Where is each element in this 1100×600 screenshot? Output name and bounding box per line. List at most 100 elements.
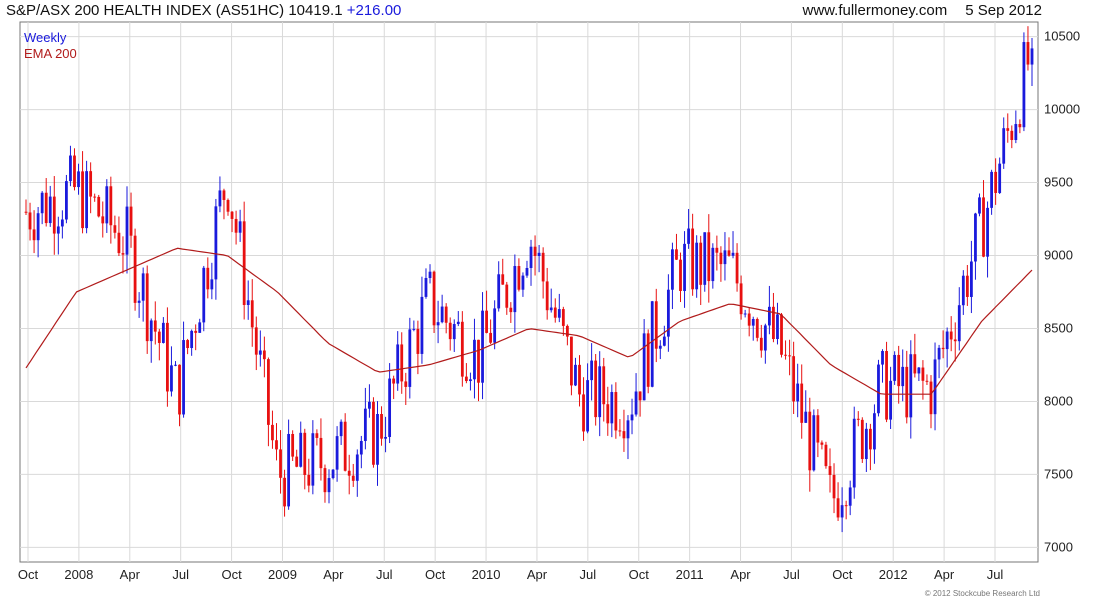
candle-body [473, 339, 476, 380]
candle-body [69, 155, 72, 182]
candle-body [557, 309, 561, 318]
candle-body [456, 321, 460, 325]
candle-body [105, 186, 109, 224]
candle-body [190, 330, 194, 349]
candle-body [444, 306, 448, 323]
candle-body [622, 431, 626, 439]
candle-body [392, 378, 396, 384]
candle-body [214, 206, 218, 280]
y-tick-label: 7000 [1044, 539, 1073, 554]
candle-body [610, 392, 614, 424]
candle-body [93, 196, 97, 198]
candle-body [97, 196, 101, 217]
x-tick-label: Oct [832, 567, 853, 582]
candle-body [501, 274, 505, 285]
candle-body [323, 468, 327, 493]
candle-body [994, 171, 998, 193]
candle-body [48, 196, 52, 224]
candle-body [101, 216, 105, 224]
candle-body [1026, 42, 1030, 65]
candle-body [40, 192, 44, 214]
candle-body [60, 219, 64, 227]
plot-area [19, 21, 1039, 563]
candle-body [178, 364, 181, 415]
candle-body [489, 332, 493, 343]
candle-body [424, 278, 428, 297]
x-tick-label: 2009 [268, 567, 297, 582]
candle-body [218, 190, 222, 207]
candle-body [388, 378, 392, 437]
candle-body [56, 226, 60, 234]
candle-body [311, 433, 315, 486]
candle-body [618, 430, 622, 432]
candle-body [170, 365, 173, 392]
candle-body [230, 211, 234, 219]
candle-body [319, 437, 323, 469]
y-tick-label: 10500 [1044, 29, 1080, 44]
candle-body [291, 433, 295, 457]
candle-body [125, 206, 129, 255]
candle-body [630, 414, 634, 421]
candle-body [881, 351, 884, 365]
candle-body [877, 364, 880, 414]
candle-body [549, 307, 553, 311]
candle-body [1022, 42, 1026, 128]
candle-body [913, 354, 917, 374]
candle-body [513, 266, 517, 313]
candle-body [626, 420, 630, 439]
candle-body [85, 171, 89, 229]
candle-body [153, 320, 157, 332]
candle-body [109, 186, 113, 226]
candle-body [957, 305, 961, 342]
candle-body [901, 366, 905, 387]
candle-body [24, 211, 28, 213]
candle-body [654, 301, 658, 349]
candle-body [335, 436, 339, 470]
x-tick-label: Apr [120, 567, 141, 582]
x-tick-label: Oct [629, 567, 650, 582]
candle-body [864, 428, 868, 460]
candle-body [287, 433, 291, 507]
candle-body [347, 470, 351, 476]
candle-body [925, 380, 929, 382]
y-tick-label: 9500 [1044, 175, 1073, 190]
candle-body [715, 247, 719, 253]
candle-body [642, 333, 646, 401]
candle-body [727, 250, 731, 256]
candle-body [113, 225, 117, 233]
candle-body [262, 350, 266, 360]
candle-body [396, 344, 400, 384]
x-tick-label: Jul [580, 567, 597, 582]
candle-body [44, 192, 48, 224]
candle-body [800, 383, 804, 423]
x-tick-label: Apr [934, 567, 955, 582]
x-axis-ticks: Oct 2008 Apr Jul Oct 2009 Apr Jul Oct 2010 Apr Jul O… [18, 567, 1004, 582]
candle-body [969, 261, 973, 297]
candle-body [662, 336, 666, 346]
candle-body [1002, 128, 1006, 164]
candle-body [331, 469, 335, 479]
candle-body [586, 380, 589, 432]
candle-body [416, 328, 420, 354]
candle-body [295, 456, 299, 467]
candle-body [828, 466, 832, 475]
candle-body [343, 421, 347, 471]
candle-body [36, 213, 40, 241]
candle-body [206, 267, 210, 290]
candle-body [481, 310, 484, 383]
candle-body [792, 356, 796, 402]
candle-body [982, 197, 985, 257]
candle-body [873, 413, 876, 450]
candle-body [376, 414, 379, 465]
candle-body [1030, 48, 1034, 65]
candle-body [703, 232, 707, 285]
candle-body [836, 498, 840, 518]
candle-body [299, 432, 303, 467]
x-tick-label: Apr [730, 567, 751, 582]
candle-body [974, 213, 977, 262]
candle-body [428, 271, 432, 279]
candle-body [917, 367, 921, 374]
candle-body [763, 325, 767, 351]
candle-body [780, 314, 783, 355]
candle-body [234, 218, 238, 233]
